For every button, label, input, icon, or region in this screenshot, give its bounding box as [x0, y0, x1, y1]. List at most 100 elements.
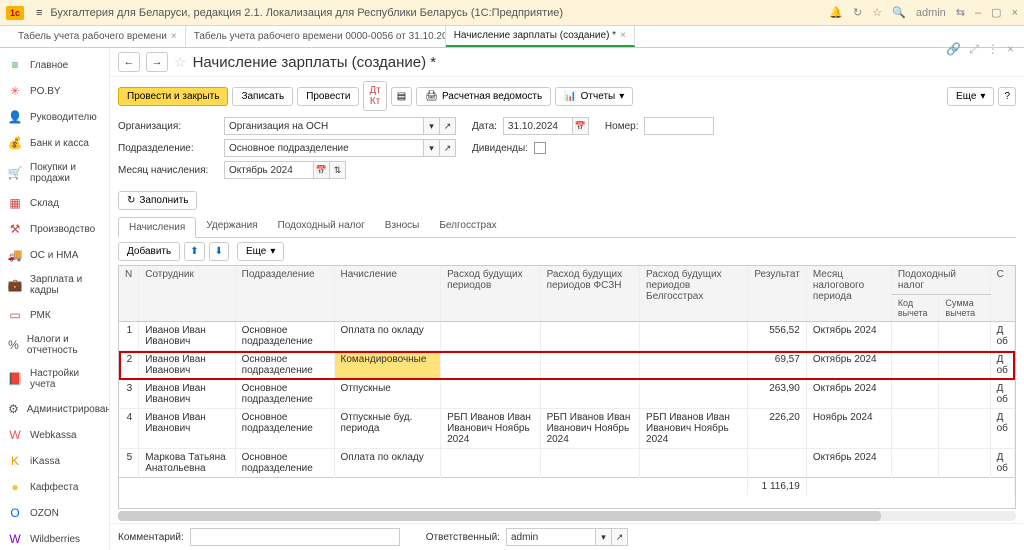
more-button[interactable]: Еще ▾ [947, 87, 994, 106]
user-label[interactable]: admin [916, 7, 946, 19]
resp-field[interactable]: admin [506, 528, 596, 546]
link-icon[interactable]: 🔗 [946, 48, 961, 57]
sidebar-item[interactable]: ≡Главное [0, 52, 109, 78]
col-dept[interactable]: Подразделение [235, 266, 334, 322]
bell-icon[interactable]: 🔔 [829, 6, 843, 19]
move-up-button[interactable]: ⬆ [184, 242, 204, 261]
table-row[interactable]: 4Иванов Иван ИвановичОсновное подразделе… [119, 409, 1015, 449]
expand-icon[interactable]: ⤢ [969, 48, 979, 57]
minimize-icon[interactable]: – [975, 7, 981, 19]
tab-close-icon[interactable]: × [620, 30, 626, 41]
add-row-button[interactable]: Добавить [118, 242, 180, 261]
dept-field[interactable]: Основное подразделение [224, 139, 424, 157]
close-icon[interactable]: × [1012, 7, 1018, 19]
col-rbp-fszn[interactable]: Расход будущих периодов ФСЗН [540, 266, 639, 322]
col-tax[interactable]: Подоходный налог [891, 266, 990, 295]
menu-icon[interactable]: ≡ [36, 7, 42, 19]
sidebar-item[interactable]: OOZON [0, 500, 109, 526]
sidebar-item[interactable]: %Налоги и отчетность [0, 328, 109, 362]
month-field[interactable]: Октябрь 2024 [224, 161, 314, 179]
org-open-icon[interactable]: ↗ [440, 117, 456, 135]
sidebar-item[interactable]: 💼Зарплата и кадры [0, 268, 109, 302]
table-row[interactable]: 1Иванов Иван ИвановичОсновное подразделе… [119, 322, 1015, 351]
back-button[interactable]: ← [118, 52, 140, 72]
inner-tab[interactable]: Удержания [196, 216, 267, 237]
inner-tab[interactable]: Начисления [118, 217, 196, 238]
sidebar-item[interactable]: 👤Руководителю [0, 104, 109, 130]
post-and-close-button[interactable]: Провести и закрыть [118, 87, 228, 106]
forward-button[interactable]: → [146, 52, 168, 72]
maximize-icon[interactable]: ▢ [991, 6, 1001, 19]
sidebar-item[interactable]: ▭РМК [0, 302, 109, 328]
horizontal-scrollbar[interactable] [118, 511, 1016, 521]
help-button[interactable]: ? [998, 87, 1016, 106]
inner-tab[interactable]: Подоходный налог [268, 216, 375, 237]
sidebar-item[interactable]: ✳PO.BY [0, 78, 109, 104]
structure-button[interactable]: ▤ [391, 87, 412, 106]
sidebar-item[interactable]: WWebkassa [0, 422, 109, 448]
sidebar-item[interactable]: WWildberries [0, 526, 109, 550]
sidebar-item[interactable]: ⚙Администрирование [0, 396, 109, 422]
col-s[interactable]: С [990, 266, 1014, 322]
sidebar-item[interactable]: 🚚ОС и НМА [0, 242, 109, 268]
sidebar-item[interactable]: ▦Склад [0, 190, 109, 216]
settings-icon[interactable]: ⇆ [956, 6, 965, 19]
sidebar-label: Главное [30, 60, 68, 71]
sidebar-item[interactable]: ⚒Производство [0, 216, 109, 242]
date-picker-icon[interactable]: 📅 [573, 117, 589, 135]
document-tab[interactable]: Табель учета рабочего времени× [10, 26, 186, 47]
table-row[interactable]: 2Иванов Иван ИвановичОсновное подразделе… [119, 351, 1015, 380]
sidebar-label: iKassa [30, 456, 60, 467]
favorite-icon[interactable]: ☆ [174, 54, 187, 71]
comment-field[interactable] [190, 528, 400, 546]
resp-dropdown-icon[interactable]: ▾ [596, 528, 612, 546]
org-dropdown-icon[interactable]: ▾ [424, 117, 440, 135]
dept-open-icon[interactable]: ↗ [440, 139, 456, 157]
col-rbp-bgs[interactable]: Расход будущих периодов Белгосстрах [640, 266, 748, 322]
col-n[interactable]: N [119, 266, 139, 322]
table-row[interactable]: 5Маркова Татьяна АнатольевнаОсновное под… [119, 449, 1015, 478]
move-down-button[interactable]: ⬇ [209, 242, 229, 261]
col-emp[interactable]: Сотрудник [139, 266, 235, 322]
col-tax-sum[interactable]: Сумма вычета [939, 295, 990, 322]
sidebar-item[interactable]: 💰Банк и касса [0, 130, 109, 156]
month-stepper-icon[interactable]: ⇅ [330, 161, 346, 179]
col-res[interactable]: Результат [748, 266, 806, 322]
table-row[interactable]: 3Иванов Иван ИвановичОсновное подразделе… [119, 380, 1015, 409]
write-button[interactable]: Записать [232, 87, 293, 106]
document-tab[interactable]: Табель учета рабочего времени 0000-0056 … [186, 26, 446, 47]
payroll-button[interactable]: 🖨 Расчетная ведомость [416, 87, 551, 106]
col-rbp[interactable]: Расход будущих периодов [441, 266, 540, 322]
dept-dropdown-icon[interactable]: ▾ [424, 139, 440, 157]
col-calc[interactable]: Начисление [334, 266, 441, 322]
col-tax-code[interactable]: Код вычета [891, 295, 939, 322]
inner-tab[interactable]: Белгосстрах [429, 216, 506, 237]
post-button[interactable]: Провести [297, 87, 359, 106]
org-field[interactable]: Организация на ОСН [224, 117, 424, 135]
accruals-table[interactable]: N Сотрудник Подразделение Начисление Рас… [118, 265, 1016, 509]
date-field[interactable]: 31.10.2024 [503, 117, 573, 135]
tab-close-icon[interactable]: × [171, 31, 177, 42]
fill-button[interactable]: ↻ Заполнить [118, 191, 197, 210]
dt-kt-button[interactable]: ДтКт [363, 81, 386, 111]
app-title[interactable]: Бухгалтерия для Беларуси, редакция 2.1. … [50, 7, 829, 19]
resp-open-icon[interactable]: ↗ [612, 528, 628, 546]
inner-tab[interactable]: Взносы [375, 216, 430, 237]
sidebar-icon: ⚙ [8, 402, 19, 416]
sidebar-item[interactable]: ●Каффеста [0, 474, 109, 500]
col-tax-month[interactable]: Месяц налогового периода [806, 266, 891, 322]
sidebar-item[interactable]: 🛒Покупки и продажи [0, 156, 109, 190]
reports-button[interactable]: 📊 Отчеты ▾ [555, 87, 633, 106]
dividends-checkbox[interactable] [534, 142, 546, 154]
sidebar-item[interactable]: KiKassa [0, 448, 109, 474]
document-tab[interactable]: Начисление зарплаты (создание) *× [446, 26, 635, 47]
star-icon[interactable]: ☆ [872, 6, 882, 19]
panel-close-icon[interactable]: × [1007, 48, 1014, 57]
month-picker-icon[interactable]: 📅 [314, 161, 330, 179]
sidebar-item[interactable]: 📕Настройки учета [0, 362, 109, 396]
history-icon[interactable]: ↻ [853, 6, 862, 19]
num-field[interactable] [644, 117, 714, 135]
panel-more-icon[interactable]: ⋮ [987, 48, 999, 57]
search-icon[interactable]: 🔍 [892, 6, 906, 19]
table-more-button[interactable]: Еще ▾ [237, 242, 284, 261]
